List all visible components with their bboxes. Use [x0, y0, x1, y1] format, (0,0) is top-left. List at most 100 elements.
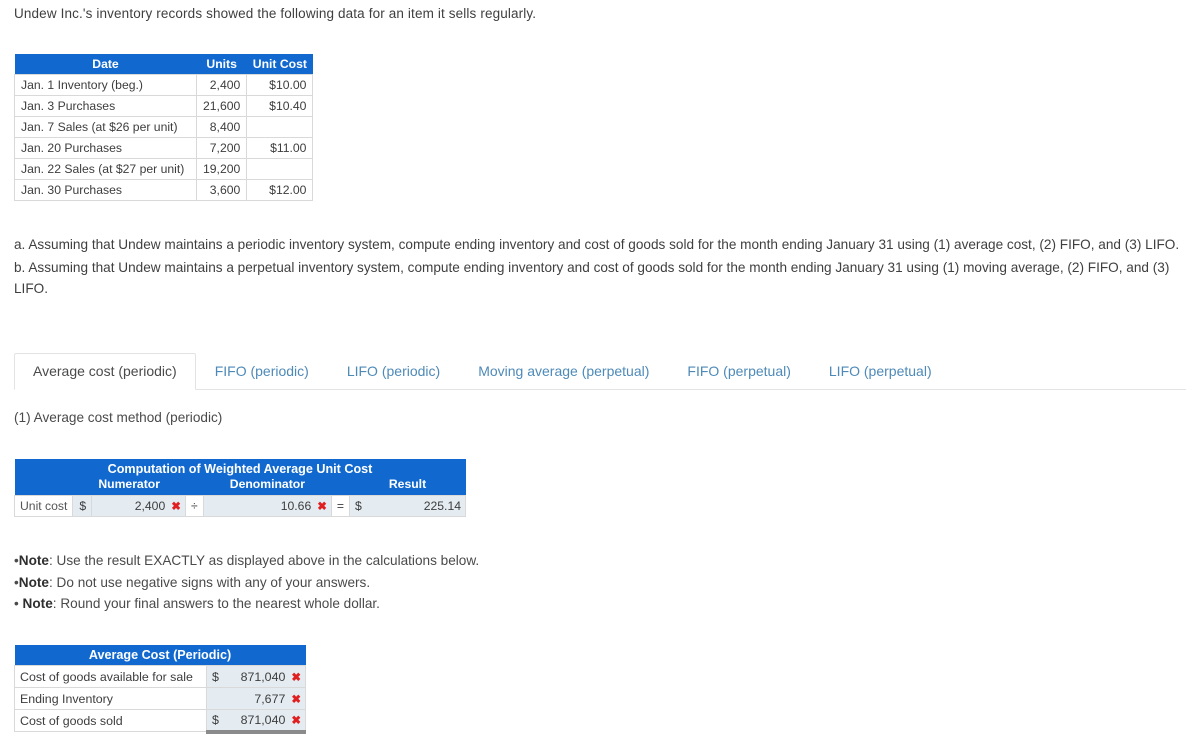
unit-cost-row: Unit cost $ 2,400 ✖ ÷ 10.66 ✖ = $ 225.14 [13, 495, 466, 517]
tab-average-cost-periodic[interactable]: Average cost (periodic) [14, 353, 196, 390]
note-bullet-3: • [14, 596, 19, 611]
computation-op2-header [331, 477, 350, 496]
answer-incorrect-icon: ✖ [291, 693, 301, 706]
note-text-2: : Do not use negative signs with any of … [48, 574, 371, 590]
denominator-input-cell[interactable]: 10.66 ✖ [202, 495, 332, 517]
table-row: Cost of goods available for sale $871,040… [14, 665, 306, 688]
cell-unit-cost: $11.00 [246, 137, 314, 159]
table-row: Jan. 20 Purchases 7,200 $11.00 [14, 137, 314, 159]
cell-unit-cost [246, 116, 314, 138]
cell-units: 19,200 [195, 158, 248, 180]
question-part-a: a. Assuming that Undew maintains a perio… [14, 234, 1189, 255]
note-text-3: : Round your final answers to the neares… [52, 596, 380, 611]
cell-date: Jan. 1 Inventory (beg.) [14, 74, 197, 96]
table-row: Jan. 22 Sales (at $27 per unit) 19,200 [14, 158, 314, 180]
answer-input-cell[interactable]: 7,677 ✖ [206, 687, 306, 710]
method-tabs: Average cost (periodic) FIFO (periodic) LI… [14, 353, 1186, 390]
column-header-units: Units [196, 54, 247, 75]
result-value-wrap: $ 225.14 [355, 499, 461, 513]
table-row: Jan. 1 Inventory (beg.) 2,400 $10.00 [14, 74, 314, 96]
denominator-incorrect-icon: ✖ [317, 501, 327, 513]
computation-blank-header [14, 477, 73, 496]
page-root: Undew Inc.'s inventory records showed th… [0, 0, 1200, 748]
weighted-average-computation: Computation of Weighted Average Unit Cos… [13, 459, 466, 517]
numerator-currency-symbol: $ [72, 495, 93, 517]
result-cell: $ 225.14 [349, 495, 466, 517]
table-row: Ending Inventory 7,677 ✖ [14, 687, 306, 710]
cell-units: 2,400 [195, 74, 248, 96]
column-header-unit-cost: Unit Cost [246, 54, 313, 75]
column-header-numerator: Numerator [72, 477, 186, 496]
numerator-input-cell[interactable]: 2,400 ✖ [91, 495, 186, 517]
column-header-date: Date [14, 54, 197, 75]
answer-value-wrap: $871,040 ✖ [212, 670, 301, 684]
result-value: 225.14 [423, 499, 461, 513]
question-a-line1: a. Assuming that Undew maintains a perio… [14, 237, 1036, 252]
answer-label: Cost of goods available for sale [14, 665, 207, 688]
numerator-value-wrap: 2,400 ✖ [97, 499, 181, 513]
question-b-line1: b. Assuming that Undew maintains a perpe… [14, 260, 1007, 275]
cell-units: 7,200 [195, 137, 248, 159]
cell-unit-cost: $10.00 [246, 74, 314, 96]
denominator-value-wrap: 10.66 ✖ [209, 499, 327, 513]
answer-incorrect-icon: ✖ [291, 671, 301, 684]
note-label-1: Note [18, 553, 49, 568]
table-row: Jan. 30 Purchases 3,600 $12.00 [14, 179, 314, 201]
answer-value: 871,040 [240, 712, 286, 727]
answer-value-wrap: 7,677 ✖ [212, 692, 301, 706]
answer-table-title: Average Cost (Periodic) [14, 645, 306, 666]
tab-fifo-perpetual[interactable]: FIFO (perpetual) [668, 353, 809, 389]
answer-value-wrap: $871,040 ✖ [212, 713, 301, 727]
answer-title-row: Average Cost (Periodic) [14, 645, 306, 666]
intro-text: Undew Inc.'s inventory records showed th… [14, 6, 537, 21]
note-label-2: Note [18, 574, 49, 590]
cell-date: Jan. 20 Purchases [14, 137, 197, 159]
note-text-1: : Use the result EXACTLY as displayed ab… [48, 553, 480, 568]
cell-date: Jan. 22 Sales (at $27 per unit) [14, 158, 197, 180]
answer-input-cell[interactable]: $871,040 ✖ [206, 709, 306, 734]
tab-lifo-periodic[interactable]: LIFO (periodic) [328, 353, 459, 389]
question-a-line2: (2) FIFO, and (3) LIFO. [1039, 237, 1180, 252]
inventory-data-table: Date Units Unit Cost Jan. 1 Inventory (b… [14, 54, 314, 201]
denominator-value: 10.66 [280, 499, 312, 513]
cell-unit-cost: $10.40 [246, 95, 314, 117]
computation-op1-header [185, 477, 204, 496]
answer-label: Cost of goods sold [14, 709, 207, 732]
answer-label: Ending Inventory [14, 687, 207, 710]
tab-fifo-periodic[interactable]: FIFO (periodic) [196, 353, 328, 389]
cell-units: 21,600 [195, 95, 248, 117]
notes-block: •Note: Use the result EXACTLY as display… [14, 550, 479, 615]
answer-currency-symbol: $ [212, 712, 219, 727]
answer-value: 871,040 [240, 669, 286, 684]
result-currency-symbol: $ [355, 499, 362, 513]
table-header-row: Date Units Unit Cost [14, 54, 313, 75]
cell-unit-cost: $12.00 [246, 179, 314, 201]
cell-date: Jan. 3 Purchases [14, 95, 197, 117]
section-subheading: (1) Average cost method (periodic) [14, 410, 223, 425]
cell-date: Jan. 7 Sales (at $26 per unit) [14, 116, 197, 138]
question-text: a. Assuming that Undew maintains a perio… [14, 234, 1189, 299]
note-line-3: • Note: Round your final answers to the … [14, 593, 479, 615]
cell-date: Jan. 30 Purchases [14, 179, 197, 201]
answer-incorrect-icon: ✖ [291, 714, 301, 727]
computation-column-row: Numerator Denominator Result [14, 477, 466, 496]
table-row: Cost of goods sold $871,040 ✖ [14, 709, 306, 734]
tab-lifo-perpetual[interactable]: LIFO (perpetual) [810, 353, 951, 389]
computation-title: Computation of Weighted Average Unit Cos… [14, 459, 466, 477]
column-header-result: Result [349, 477, 466, 496]
cell-units: 8,400 [195, 116, 248, 138]
computation-title-row: Computation of Weighted Average Unit Cos… [14, 459, 466, 477]
note-line-2: •Note: Do not use negative signs with an… [14, 572, 479, 594]
computation-table: Computation of Weighted Average Unit Cos… [13, 459, 466, 517]
cell-units: 3,600 [195, 179, 248, 201]
question-part-b: b. Assuming that Undew maintains a perpe… [14, 257, 1189, 299]
average-cost-answer-block: Average Cost (Periodic) Cost of goods av… [14, 645, 306, 734]
unit-cost-label: Unit cost [13, 495, 74, 517]
answer-currency-symbol: $ [212, 669, 219, 684]
note-label-3: Note [22, 596, 53, 611]
tab-moving-average-perpetual[interactable]: Moving average (perpetual) [459, 353, 668, 389]
answer-value: 7,677 [254, 691, 286, 706]
numerator-incorrect-icon: ✖ [171, 501, 181, 513]
divide-operator: ÷ [184, 495, 204, 517]
answer-input-cell[interactable]: $871,040 ✖ [206, 665, 306, 688]
